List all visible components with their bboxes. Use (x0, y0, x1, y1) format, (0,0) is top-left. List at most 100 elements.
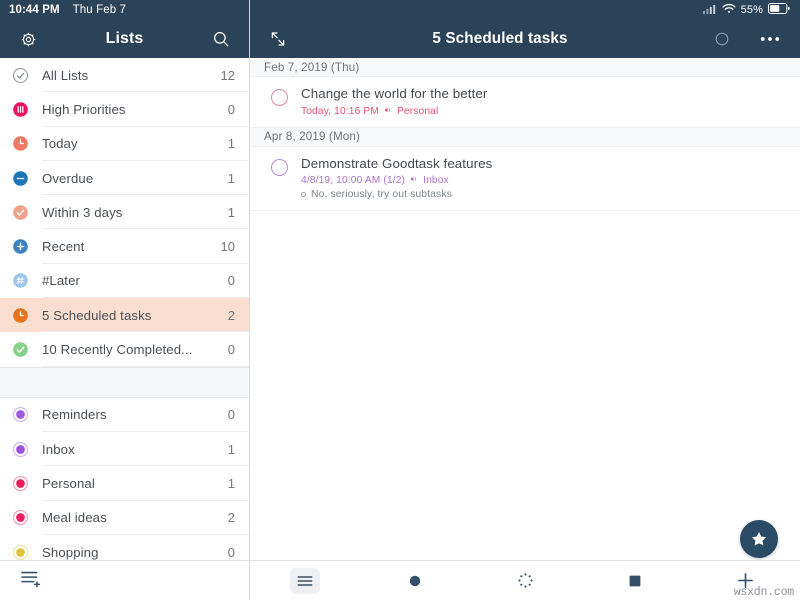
sidebar-item-label: Meal ideas (42, 510, 220, 525)
user-lists-group: Reminders0Inbox1Personal1Meal ideas2Shop… (0, 398, 249, 560)
clock-icon (12, 135, 29, 152)
task-meta: 4/8/19, 10:00 AM (1/2) Inbox (301, 175, 786, 186)
minus-circle-icon (12, 170, 29, 187)
sidebar-item-within-3-days[interactable]: Within 3 days 1 (0, 195, 249, 229)
sidebar-item-label: High Priorities (42, 102, 220, 117)
sidebar-item-today[interactable]: Today 1 (0, 127, 249, 161)
subtask-label: No, seriously, try out subtasks (311, 189, 452, 200)
task-meta-time: 4/8/19, 10:00 AM (1/2) (301, 175, 405, 186)
sidebar-item-label: #Later (42, 273, 220, 288)
sidebar-item-label: Inbox (42, 442, 220, 457)
sidebar-item-count: 1 (228, 476, 235, 491)
sidebar-item-10-recently-completed[interactable]: 10 Recently Completed...0 (0, 332, 249, 366)
sidebar-list-scroll[interactable]: All Lists12High Priorities0Today1Overdue… (0, 58, 249, 560)
hash-circle-icon (12, 272, 29, 289)
dot-ring-icon (12, 441, 29, 458)
signal-bars-icon (703, 1, 717, 19)
toolbar-filled-circle-button[interactable] (360, 575, 470, 587)
sidebar-item-reminders[interactable]: Reminders0 (0, 398, 249, 432)
sidebar-item-meal-ideas[interactable]: Meal ideas2 (0, 501, 249, 535)
plus-circle-icon (12, 238, 29, 255)
sidebar-item-recent[interactable]: Recent 10 (0, 229, 249, 263)
circle-outline-icon[interactable] (710, 27, 734, 51)
smart-lists-group: All Lists12High Priorities0Today1Overdue… (0, 58, 249, 367)
add-list-icon[interactable] (20, 568, 44, 593)
search-icon[interactable] (209, 27, 233, 51)
priority-bars-icon (12, 101, 29, 118)
sidebar-item-count: 1 (228, 442, 235, 457)
filled-circle-icon (409, 575, 421, 587)
sidebar-item-inbox[interactable]: Inbox 1 (0, 432, 249, 466)
task-checkbox[interactable] (271, 89, 288, 106)
sidebar-item-overdue[interactable]: Overdue1 (0, 161, 249, 195)
status-date: Thu Feb 7 (73, 4, 126, 16)
toolbar-menu-button[interactable] (250, 568, 360, 594)
sidebar-item-count: 1 (228, 171, 235, 186)
sidebar-item-count: 12 (221, 68, 235, 83)
detail-status-bar: 55% (250, 0, 800, 20)
sidebar-item-count: 0 (228, 273, 235, 288)
sidebar-item-label: Today (42, 136, 220, 151)
alarm-icon (384, 106, 392, 117)
app-root: 10:44 PM Thu Feb 7 Lists All Lists12High… (0, 0, 800, 600)
task-checkbox[interactable] (271, 159, 288, 176)
toolbar-dotted-circle-button[interactable] (470, 573, 580, 588)
star-fab-button[interactable] (740, 520, 778, 558)
detail-nav-bar: 5 Scheduled tasks (250, 20, 800, 58)
task-meta-time: Today, 10:16 PM (301, 106, 379, 117)
watermark: wsxdn.com (734, 586, 794, 599)
sidebar-item-count: 10 (221, 239, 235, 254)
clock-icon (12, 135, 29, 152)
hamburger-menu-icon[interactable] (290, 568, 320, 594)
sidebar: 10:44 PM Thu Feb 7 Lists All Lists12High… (0, 0, 250, 600)
sidebar-item-label: Within 3 days (42, 205, 220, 220)
gear-icon[interactable] (16, 27, 40, 51)
sidebar-item-later[interactable]: #Later 0 (0, 264, 249, 298)
sidebar-item-label: 10 Recently Completed... (42, 342, 220, 357)
status-time: 10:44 PM (9, 4, 60, 16)
task-meta-list: Inbox (423, 175, 449, 186)
task-date-header: Feb 7, 2019 (Thu) (250, 58, 800, 77)
task-meta-list: Personal (397, 106, 438, 117)
battery-icon (768, 1, 790, 19)
task-date-header: Apr 8, 2019 (Mon) (250, 128, 800, 147)
toolbar-filled-square-button[interactable] (580, 575, 690, 587)
wifi-icon (722, 1, 736, 19)
sidebar-item-label: All Lists (42, 68, 213, 83)
sidebar-item-count: 1 (228, 205, 235, 220)
task-row[interactable]: Change the world for the betterToday, 10… (250, 77, 800, 128)
detail-toolbar: wsxdn.com (250, 560, 800, 600)
sidebar-item-count: 1 (228, 136, 235, 151)
sidebar-item-shopping[interactable]: Shopping0 (0, 535, 249, 560)
sidebar-item-label: Reminders (42, 407, 220, 422)
expand-diagonal-arrows-icon[interactable] (266, 27, 290, 51)
dot-ring-icon (12, 544, 29, 561)
sidebar-item-label: Recent (42, 239, 213, 254)
hash-circle-icon (12, 272, 29, 289)
clock-icon (12, 307, 29, 324)
sidebar-status-bar: 10:44 PM Thu Feb 7 (0, 0, 249, 20)
sidebar-section-divider (0, 367, 249, 398)
sidebar-item-high-priorities[interactable]: High Priorities 0 (0, 92, 249, 126)
dot-ring-icon (12, 544, 29, 561)
dot-ring-icon (12, 406, 29, 423)
task-row[interactable]: Demonstrate Goodtask features4/8/19, 10:… (250, 147, 800, 212)
dot-ring-icon (12, 406, 29, 423)
check-circle-icon (12, 204, 29, 221)
sidebar-item-count: 0 (228, 102, 235, 117)
sidebar-item-label: 5 Scheduled tasks (42, 308, 220, 323)
sidebar-item-personal[interactable]: Personal1 (0, 466, 249, 500)
check-circle-icon (12, 341, 29, 358)
sidebar-item-all-lists[interactable]: All Lists 12 (0, 58, 249, 92)
subtask-bullet-icon (301, 192, 306, 197)
task-list[interactable]: Feb 7, 2019 (Thu)Change the world for th… (250, 58, 800, 560)
minus-circle-icon (12, 170, 29, 187)
check-circle-icon (12, 204, 29, 221)
filled-square-icon (629, 575, 641, 587)
more-horizontal-icon[interactable] (758, 27, 782, 51)
priority-bars-icon (12, 101, 29, 118)
battery-percent: 55% (741, 4, 763, 16)
plus-circle-icon (12, 238, 29, 255)
check-circle-icon (12, 341, 29, 358)
sidebar-item-5-scheduled-tasks[interactable]: 5 Scheduled tasks2 (0, 298, 249, 332)
